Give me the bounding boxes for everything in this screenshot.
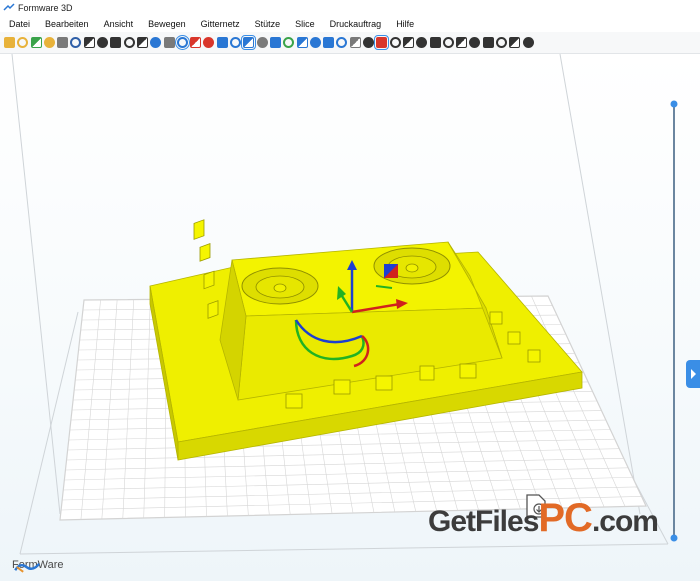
view-front-icon[interactable] — [190, 37, 202, 48]
menu-bewegen[interactable]: Bewegen — [139, 19, 192, 29]
new-file-icon[interactable] — [4, 37, 15, 48]
redo-icon[interactable] — [163, 37, 175, 48]
open-folder-icon[interactable] — [17, 37, 29, 48]
slice-a-icon[interactable] — [416, 37, 428, 48]
slice-c-icon[interactable] — [442, 37, 454, 48]
tool-plus-icon[interactable] — [509, 37, 521, 48]
raft-icon[interactable] — [389, 37, 401, 48]
view-side-icon[interactable] — [203, 37, 215, 48]
support-auto-icon[interactable] — [323, 37, 335, 48]
screenshot-icon[interactable] — [83, 37, 95, 48]
menu-stuetze[interactable]: Stütze — [246, 19, 287, 29]
view-top-icon[interactable] — [216, 37, 228, 48]
formware-brand-icon — [14, 563, 41, 573]
formware-logo-icon — [3, 3, 15, 11]
slice-d-icon[interactable] — [456, 37, 468, 48]
title-bar: Formware 3D — [0, 0, 700, 16]
watermark-pc: PC — [538, 496, 593, 540]
support-tree-icon[interactable] — [296, 37, 308, 48]
import-icon[interactable] — [43, 37, 55, 48]
view-dots-icon[interactable] — [269, 37, 281, 48]
window-title: Formware 3D — [18, 3, 73, 13]
menu-bearbeiten[interactable]: Bearbeiten — [36, 19, 95, 29]
slice-e-icon[interactable] — [469, 37, 481, 48]
move-icon[interactable] — [123, 37, 135, 48]
side-panel-toggle[interactable] — [686, 360, 700, 388]
menu-datei[interactable]: Datei — [0, 19, 36, 29]
menu-ansicht[interactable]: Ansicht — [95, 19, 140, 29]
formware-brand: FormWare — [12, 559, 64, 573]
watermark-com: .com — [591, 505, 659, 538]
toolbar — [0, 32, 700, 54]
slider-top-handle[interactable] — [670, 100, 678, 108]
support-points-icon[interactable] — [309, 37, 321, 48]
tool-move-icon[interactable] — [495, 37, 507, 48]
menu-gitternetz[interactable]: Gitternetz — [192, 19, 246, 29]
tool-gallery-icon[interactable] — [522, 37, 534, 48]
watermark: GetFilesPC.com — [428, 496, 659, 541]
export-icon[interactable] — [57, 37, 69, 48]
menu-bar: Datei Bearbeiten Ansicht Bewegen Gittern… — [0, 16, 700, 32]
settings-icon[interactable] — [110, 37, 122, 48]
view-wire-icon[interactable] — [256, 37, 268, 48]
layer-slider[interactable] — [670, 100, 678, 542]
record-icon[interactable] — [374, 35, 390, 50]
view-iso-icon[interactable] — [230, 37, 242, 48]
view-sphere-icon[interactable] — [241, 35, 257, 50]
undo-icon[interactable] — [150, 37, 162, 48]
menu-hilfe[interactable]: Hilfe — [387, 19, 420, 29]
tool-cross-icon[interactable] — [482, 37, 494, 48]
pen-icon[interactable] — [136, 37, 148, 48]
slice-b-icon[interactable] — [429, 37, 441, 48]
save-icon[interactable] — [70, 37, 82, 48]
menu-druckauftrag[interactable]: Druckauftrag — [321, 19, 388, 29]
menu-slice[interactable]: Slice — [286, 19, 321, 29]
support-branch-icon[interactable] — [336, 37, 348, 48]
open-recent-icon[interactable] — [30, 37, 42, 48]
watermark-getfiles: GetFiles — [428, 505, 539, 538]
view-globe-icon[interactable] — [283, 37, 295, 48]
print-icon[interactable] — [97, 37, 109, 48]
slider-bottom-handle[interactable] — [670, 534, 678, 542]
grid-icon[interactable] — [349, 37, 361, 48]
cylinder-icon[interactable] — [363, 37, 375, 48]
view-perspective-icon[interactable] — [174, 35, 190, 50]
fixture-icon[interactable] — [402, 37, 414, 48]
